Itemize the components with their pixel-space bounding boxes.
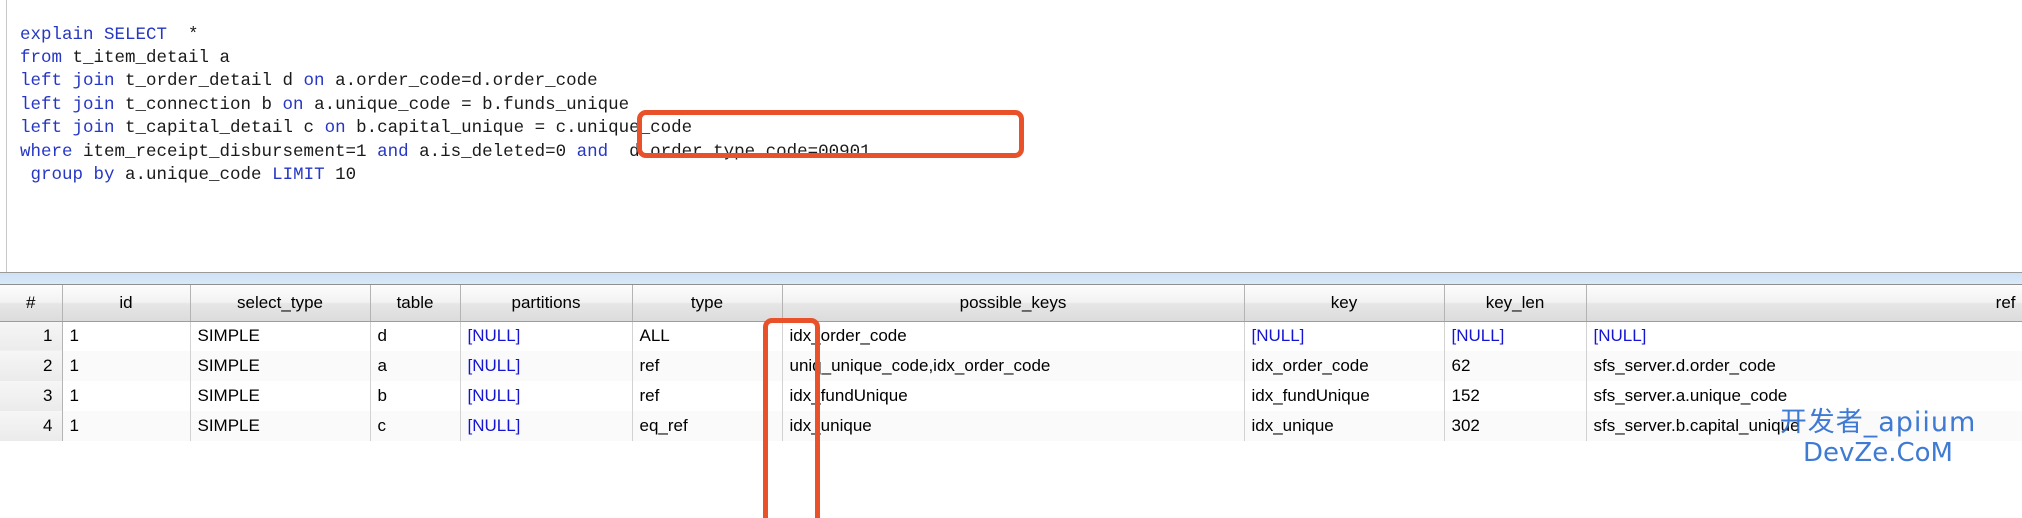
sql-token: on <box>303 71 325 92</box>
cell-table[interactable]: c <box>370 411 461 441</box>
cell-id[interactable]: 1 <box>62 321 191 351</box>
sql-token: a.unique_code = b.funds_unique <box>303 94 630 115</box>
sql-token: d.order_type_code=00901 <box>608 141 871 162</box>
cell-rownum[interactable]: 2 <box>0 351 63 381</box>
editor-left-gutter <box>0 0 7 272</box>
cell-rownum[interactable]: 4 <box>0 411 63 441</box>
sql-token: and <box>377 141 409 162</box>
sql-token: b.capital_unique = c.unique_code <box>345 118 693 139</box>
column-header-type[interactable]: type <box>632 285 783 322</box>
sql-token: LIMIT <box>272 164 325 185</box>
null-token: [NULL] <box>1451 326 1505 346</box>
cell-key-len[interactable]: 302 <box>1444 411 1587 441</box>
cell-table[interactable]: a <box>370 351 461 381</box>
cell-type[interactable]: ref <box>632 381 783 411</box>
cell-key-len[interactable]: 62 <box>1444 351 1587 381</box>
cell-id[interactable]: 1 <box>62 351 191 381</box>
cell-partitions[interactable]: [NULL] <box>460 321 633 351</box>
column-header-key-len[interactable]: key_len <box>1444 285 1587 322</box>
results-pane-separator[interactable] <box>0 272 2022 285</box>
column-header-possible-keys[interactable]: possible_keys <box>782 285 1245 322</box>
sql-token: t_item_detail a <box>62 47 231 68</box>
cell-select-type[interactable]: SIMPLE <box>190 351 371 381</box>
sql-token: left join <box>20 118 115 139</box>
cell-ref[interactable]: [NULL] <box>1586 321 2022 351</box>
cell-table[interactable]: d <box>370 321 461 351</box>
null-token: [NULL] <box>467 416 521 435</box>
table-header-row: # id select_type table partitions type p… <box>0 285 2022 322</box>
sql-token: where <box>20 141 73 162</box>
null-token: [NULL] <box>467 356 521 375</box>
cell-partitions[interactable]: [NULL] <box>460 411 633 441</box>
table-row[interactable]: 4 1 SIMPLE c [NULL] eq_ref idx_unique idx_uniqu… <box>0 411 2022 441</box>
cell-rownum[interactable]: 3 <box>0 381 63 411</box>
table-row[interactable]: 3 1 SIMPLE b [NULL] ref idx_fundUnique idx_fund… <box>0 381 2022 411</box>
explain-results-grid[interactable]: # id select_type table partitions type p… <box>0 285 2022 506</box>
null-token: [NULL] <box>1593 326 1647 346</box>
cell-key[interactable]: [NULL] <box>1244 321 1445 351</box>
null-token: [NULL] <box>1251 326 1305 346</box>
column-header-table[interactable]: table <box>370 285 461 322</box>
cell-partitions[interactable]: [NULL] <box>460 351 633 381</box>
table-row[interactable]: 1 1 SIMPLE d [NULL] ALL idx_order_code [NULL] [N… <box>0 321 2022 351</box>
cell-ref[interactable]: sfs_server.a.unique_code <box>1586 381 2022 411</box>
cell-type[interactable]: ALL <box>632 321 783 351</box>
cell-select-type[interactable]: SIMPLE <box>190 411 371 441</box>
sql-token: * <box>167 24 199 45</box>
column-header-id[interactable]: id <box>62 285 191 322</box>
sql-token: t_connection b <box>114 94 283 115</box>
explain-table: # id select_type table partitions type p… <box>0 285 2022 441</box>
cell-select-type[interactable]: SIMPLE <box>190 381 371 411</box>
cell-table[interactable]: b <box>370 381 461 411</box>
cell-ref[interactable]: sfs_server.b.capital_unique <box>1586 411 2022 441</box>
cell-possible-keys[interactable]: uniq_unique_code,idx_order_code <box>782 351 1245 381</box>
cell-possible-keys[interactable]: idx_unique <box>782 411 1245 441</box>
null-token: [NULL] <box>467 326 521 346</box>
sql-token: a.is_deleted=0 <box>408 141 577 162</box>
sql-editor-pane[interactable]: explain SELECT * from t_item_detail a le… <box>0 0 2022 272</box>
cell-rownum[interactable]: 1 <box>0 321 63 351</box>
sql-token: t_capital_detail c <box>114 118 325 139</box>
sql-token: left join <box>20 94 115 115</box>
cell-key[interactable]: idx_order_code <box>1244 351 1445 381</box>
cell-key-len[interactable]: 152 <box>1444 381 1587 411</box>
cell-id[interactable]: 1 <box>62 381 191 411</box>
sql-token: item_receipt_disbursement=1 <box>72 141 378 162</box>
column-header-ref[interactable]: ref <box>1586 285 2022 322</box>
sql-token: a.unique_code <box>114 164 273 185</box>
sql-token: a.order_code=d.order_code <box>324 71 598 92</box>
cell-type[interactable]: eq_ref <box>632 411 783 441</box>
sql-token: explain SELECT <box>20 24 168 45</box>
column-header-partitions[interactable]: partitions <box>460 285 633 322</box>
cell-select-type[interactable]: SIMPLE <box>190 321 371 351</box>
sql-token: on <box>282 94 304 115</box>
sql-token: t_order_detail d <box>114 71 304 92</box>
cell-key-len[interactable]: [NULL] <box>1444 321 1587 351</box>
column-header-rownum[interactable]: # <box>0 285 63 322</box>
cell-ref[interactable]: sfs_server.d.order_code <box>1586 351 2022 381</box>
null-token: [NULL] <box>467 386 521 405</box>
sql-token: from <box>20 47 63 68</box>
cell-id[interactable]: 1 <box>62 411 191 441</box>
sql-statement-text[interactable]: explain SELECT * from t_item_detail a le… <box>20 24 871 188</box>
table-row[interactable]: 2 1 SIMPLE a [NULL] ref uniq_unique_code,idx_o… <box>0 351 2022 381</box>
sql-token: and <box>576 141 609 162</box>
cell-possible-keys[interactable]: idx_order_code <box>782 321 1245 351</box>
sql-token: on <box>324 118 346 139</box>
column-header-select-type[interactable]: select_type <box>190 285 371 322</box>
cell-key[interactable]: idx_fundUnique <box>1244 381 1445 411</box>
sql-token: 10 <box>324 164 357 185</box>
cell-partitions[interactable]: [NULL] <box>460 381 633 411</box>
sql-token: group by <box>30 164 115 185</box>
cell-key[interactable]: idx_unique <box>1244 411 1445 441</box>
cell-possible-keys[interactable]: idx_fundUnique <box>782 381 1245 411</box>
cell-type[interactable]: ref <box>632 351 783 381</box>
column-header-key[interactable]: key <box>1244 285 1445 322</box>
sql-token: left join <box>20 71 115 92</box>
